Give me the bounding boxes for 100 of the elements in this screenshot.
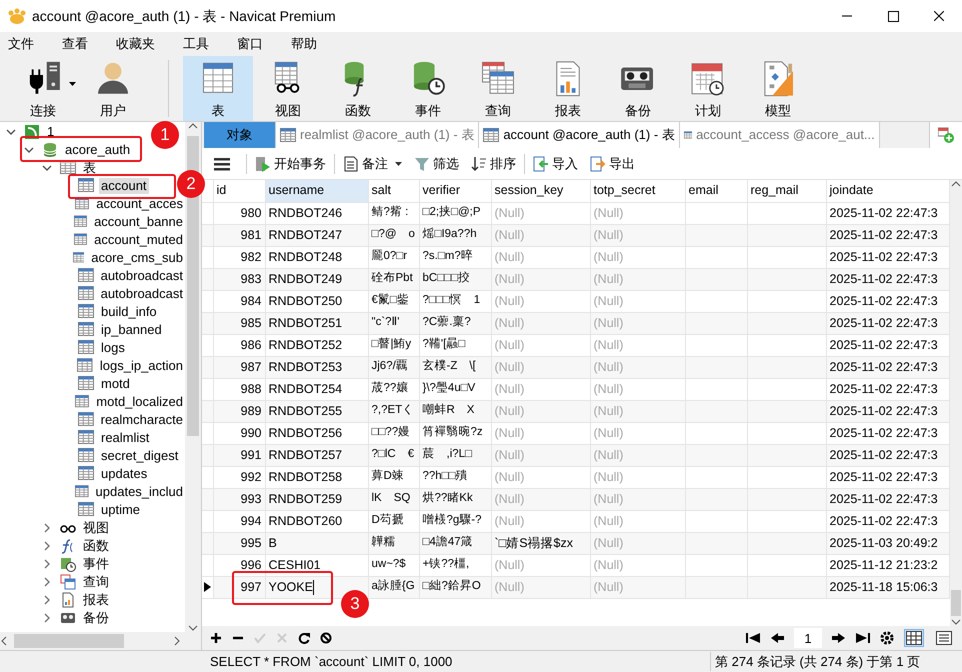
tree-item[interactable]: updates	[99, 466, 150, 482]
tree-item[interactable]: account_banne	[92, 214, 185, 230]
tree-item[interactable]: build_info	[99, 304, 159, 320]
last-page-button[interactable]	[856, 631, 870, 645]
toolbar-button[interactable]: 导入	[529, 152, 582, 176]
toolbar-button[interactable]: 表	[183, 56, 253, 121]
grid-icon	[906, 631, 922, 645]
tree-item[interactable]: acore_auth	[63, 142, 132, 158]
table-icon	[74, 484, 89, 500]
caret-icon	[395, 162, 402, 166]
tree-item[interactable]: realmlist	[99, 430, 152, 446]
form-view-button[interactable]	[934, 629, 954, 647]
chevron-right-icon[interactable]	[42, 595, 52, 605]
tree-item[interactable]: 表	[81, 160, 98, 176]
table-cell: 2025-11-02 22:47:3	[826, 488, 949, 510]
toolbar-button[interactable]: 导出	[586, 152, 639, 176]
stop-button[interactable]	[320, 632, 332, 644]
column-header[interactable]: username	[265, 180, 368, 202]
tab[interactable]: account @acore_auth (1) - 表	[479, 122, 680, 148]
chevron-right-icon[interactable]	[42, 523, 52, 533]
menu-item[interactable]: 文件	[6, 34, 48, 54]
toolbar-button[interactable]: 计划	[673, 56, 743, 121]
scroll-thumb[interactable]	[951, 590, 961, 616]
menu-item[interactable]: 窗口	[235, 34, 277, 54]
grid-view-button[interactable]	[904, 629, 924, 647]
tree-item[interactable]: 事件	[81, 556, 111, 572]
column-header[interactable]: verifier	[419, 180, 491, 202]
tree-item[interactable]: acore_cms_sub	[89, 250, 185, 266]
tree-item[interactable]: 1	[45, 124, 56, 140]
tree-item[interactable]: autobroadcast	[98, 268, 185, 284]
tree-item[interactable]: uptime	[99, 502, 142, 518]
add-button[interactable]	[210, 632, 222, 644]
tab[interactable]: 对象	[204, 122, 276, 148]
settings-button[interactable]	[880, 631, 894, 645]
chevron-right-icon[interactable]	[42, 559, 52, 569]
tree-item[interactable]: autobroadcast	[98, 286, 185, 302]
column-header[interactable]: session_key	[491, 180, 590, 202]
toolbar-button[interactable]: 备注	[339, 152, 406, 176]
toolbar-button[interactable]: 连接	[8, 56, 78, 121]
chevron-down-icon[interactable]	[42, 163, 52, 173]
scrollbar[interactable]	[950, 180, 962, 626]
toolbar-button[interactable]: 筛选	[410, 152, 463, 176]
menu-item[interactable]: 查看	[60, 34, 102, 54]
toolbar-button[interactable]: 开始事务	[251, 152, 330, 176]
chevron-down-icon[interactable]	[6, 127, 16, 137]
scrollbar[interactable]	[0, 632, 201, 650]
toolbar-button[interactable]: 事件	[393, 56, 463, 121]
toolbar-button[interactable]: 排序	[467, 152, 520, 176]
page-field[interactable]: 1	[794, 628, 822, 648]
toolbar-button[interactable]: 报表	[533, 56, 603, 121]
refresh-button[interactable]	[298, 632, 310, 644]
toolbar-button[interactable]: 用户	[78, 56, 148, 121]
scroll-thumb[interactable]	[14, 634, 124, 648]
tree-item[interactable]: secret_digest	[99, 448, 180, 464]
column-header[interactable]: joindate	[826, 180, 949, 202]
menu-item[interactable]: 收藏夹	[114, 34, 169, 54]
toolbar-button[interactable]: 模型	[743, 56, 813, 121]
first-page-button[interactable]	[746, 631, 760, 645]
tree-item[interactable]: 查询	[81, 574, 111, 590]
column-header[interactable]: salt	[368, 180, 419, 202]
tab[interactable]: account_access @acore_aut...	[680, 122, 880, 148]
tree-item[interactable]: logs_ip_action	[98, 358, 185, 374]
tables-icon	[60, 574, 76, 590]
previous-page-button[interactable]	[770, 631, 784, 645]
chevron-right-icon[interactable]	[42, 577, 52, 587]
tree-item[interactable]: motd_localized	[94, 394, 185, 410]
tree-item[interactable]: logs	[99, 340, 127, 356]
check-button[interactable]	[254, 632, 266, 644]
scroll-thumb[interactable]	[187, 136, 199, 436]
tree-item[interactable]: 视图	[81, 520, 111, 536]
tree-item[interactable]: motd	[99, 376, 132, 392]
chevron-right-icon[interactable]	[42, 613, 52, 623]
menu-item[interactable]: 帮助	[289, 34, 331, 54]
menu-item[interactable]: 工具	[181, 34, 223, 54]
next-page-button[interactable]	[832, 631, 846, 645]
tab[interactable]: realmlist @acore_auth (1) - 表	[276, 122, 480, 148]
toolbar-button[interactable]: 查询	[463, 56, 533, 121]
column-header[interactable]: reg_mail	[747, 180, 826, 202]
menu-button[interactable]	[214, 156, 230, 170]
chevron-down-icon[interactable]	[24, 145, 34, 155]
tree-item[interactable]: account_acces	[94, 196, 185, 212]
column-header[interactable]: id	[213, 180, 265, 202]
toolbar-button[interactable]: 视图	[253, 56, 323, 121]
tree-item[interactable]: ip_banned	[99, 322, 164, 338]
column-header[interactable]: totp_secret	[590, 180, 685, 202]
scrollbar[interactable]	[185, 122, 201, 632]
chevron-right-icon[interactable]	[42, 541, 52, 551]
tree-item[interactable]: realmcharacte	[98, 412, 185, 428]
tree-item[interactable]: 备份	[81, 610, 111, 626]
tree-item[interactable]: account	[99, 178, 149, 194]
toolbar-button[interactable]: 函数	[323, 56, 393, 121]
tree-item[interactable]: account_muted	[92, 232, 185, 248]
table-cell: 2025-11-02 22:47:3	[826, 400, 949, 422]
tree-item[interactable]: 报表	[81, 592, 111, 608]
toolbar-button[interactable]: 备份	[603, 56, 673, 121]
tree-item[interactable]: 函数	[81, 538, 111, 554]
tree-item[interactable]: updates_includ	[94, 484, 185, 500]
column-header[interactable]: email	[685, 180, 747, 202]
new-tab-button[interactable]	[929, 122, 962, 148]
table-cell: RNDBOT255	[265, 400, 368, 422]
